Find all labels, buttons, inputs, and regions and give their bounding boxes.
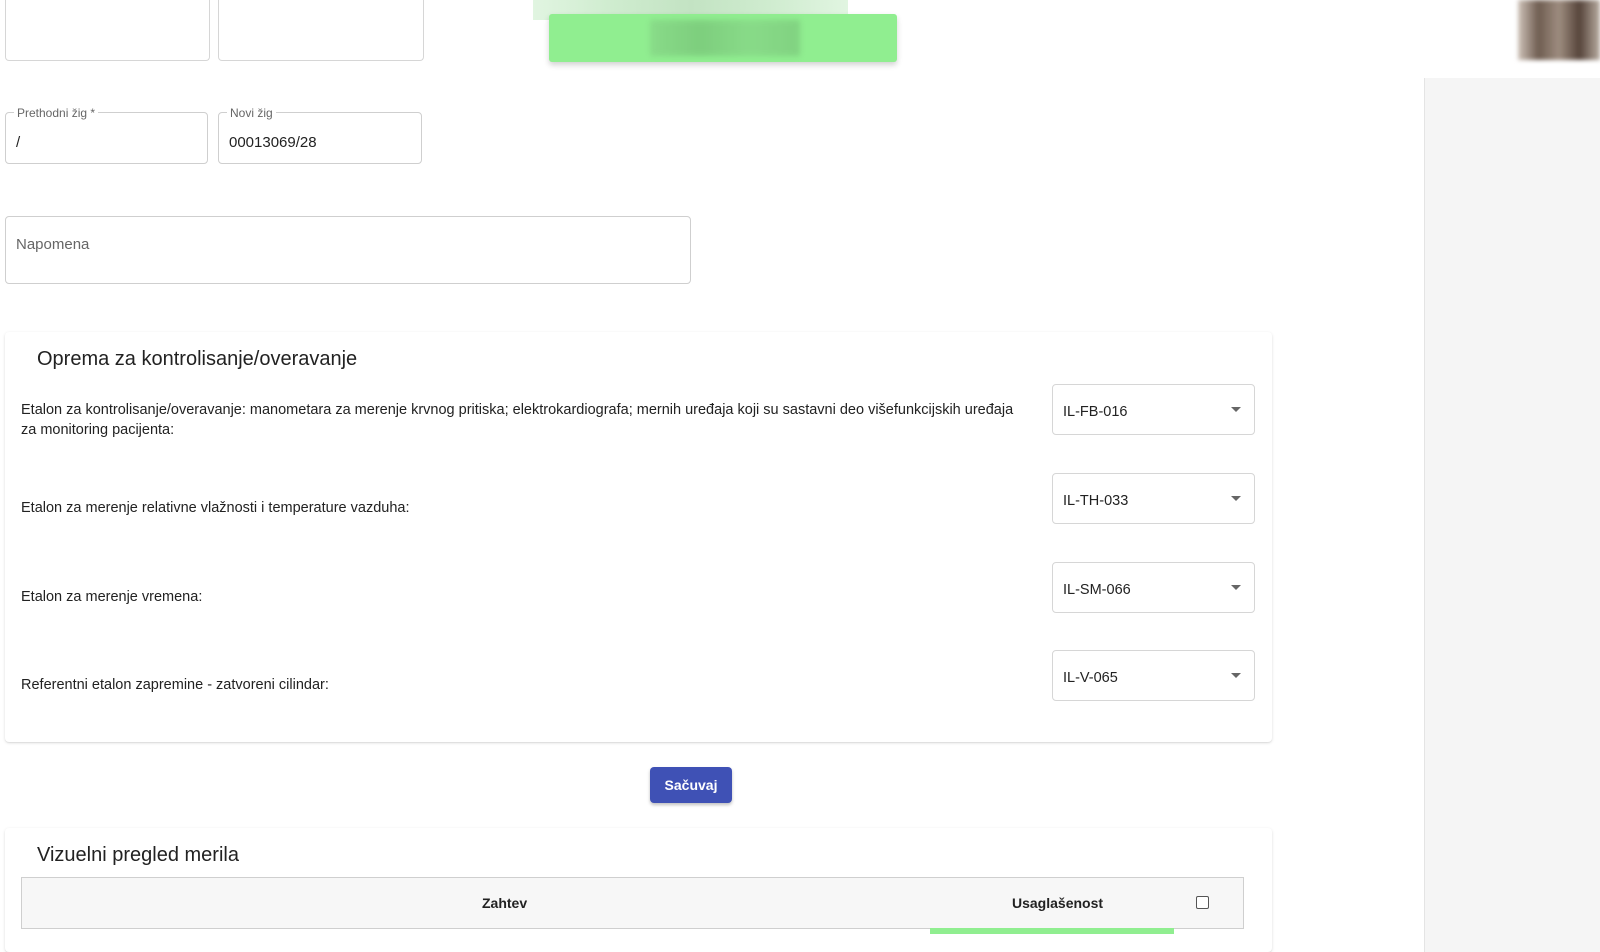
side-panel bbox=[1424, 78, 1600, 952]
equipment-select-value: IL-FB-016 bbox=[1063, 404, 1128, 420]
table-header: Zahtev Usaglašenost bbox=[21, 877, 1244, 929]
toast-blurred-text bbox=[650, 20, 800, 56]
previous-stamp-value: / bbox=[16, 134, 21, 151]
column-header-compliance: Usaglašenost bbox=[1012, 895, 1104, 911]
dropdown-arrow-icon bbox=[1231, 585, 1241, 590]
row-status-bar bbox=[930, 928, 1174, 934]
equipment-select-value: IL-SM-066 bbox=[1063, 582, 1131, 598]
equipment-select-1[interactable]: IL-FB-016 bbox=[1052, 384, 1255, 435]
previous-stamp-field[interactable]: Prethodni žig * / bbox=[5, 106, 208, 164]
equipment-row-label: Referentni etalon zapremine - zatvoreni … bbox=[21, 677, 329, 693]
equipment-select-value: IL-V-065 bbox=[1063, 670, 1118, 686]
equipment-select-2[interactable]: IL-TH-033 bbox=[1052, 473, 1255, 524]
equipment-select-value: IL-TH-033 bbox=[1063, 493, 1129, 509]
equipment-select-4[interactable]: IL-V-065 bbox=[1052, 650, 1255, 701]
select-all-checkbox[interactable] bbox=[1196, 896, 1209, 909]
note-placeholder: Napomena bbox=[16, 236, 90, 253]
equipment-select-3[interactable]: IL-SM-066 bbox=[1052, 562, 1255, 613]
equipment-card: Oprema za kontrolisanje/overavanje Etalo… bbox=[5, 332, 1272, 742]
equipment-row-label: Etalon za kontrolisanje/overavanje: mano… bbox=[21, 402, 1014, 438]
equipment-title: Oprema za kontrolisanje/overavanje bbox=[37, 348, 358, 370]
column-header-requirement: Zahtev bbox=[482, 895, 528, 911]
dropdown-arrow-icon bbox=[1231, 496, 1241, 501]
new-stamp-field[interactable]: Novi žig 00013069/28 bbox=[218, 106, 422, 164]
top-field-stub-1[interactable] bbox=[5, 0, 210, 61]
previous-stamp-label: Prethodni žig * bbox=[14, 106, 99, 120]
top-field-stub-2[interactable] bbox=[218, 0, 424, 61]
new-stamp-label: Novi žig bbox=[227, 106, 276, 120]
dropdown-arrow-icon bbox=[1231, 407, 1241, 412]
equipment-row-label: Etalon za merenje vremena: bbox=[21, 589, 203, 605]
dropdown-arrow-icon bbox=[1231, 673, 1241, 678]
new-stamp-value: 00013069/28 bbox=[229, 134, 317, 151]
note-textarea[interactable]: Napomena bbox=[5, 216, 691, 284]
visual-inspection-title: Vizuelni pregled merila bbox=[37, 844, 239, 866]
save-button[interactable]: Sačuvaj bbox=[650, 767, 732, 803]
visual-inspection-card: Vizuelni pregled merila Zahtev Usaglašen… bbox=[5, 828, 1272, 952]
equipment-row-label: Etalon za merenje relativne vlažnosti i … bbox=[21, 500, 410, 516]
avatar[interactable] bbox=[1518, 0, 1600, 60]
